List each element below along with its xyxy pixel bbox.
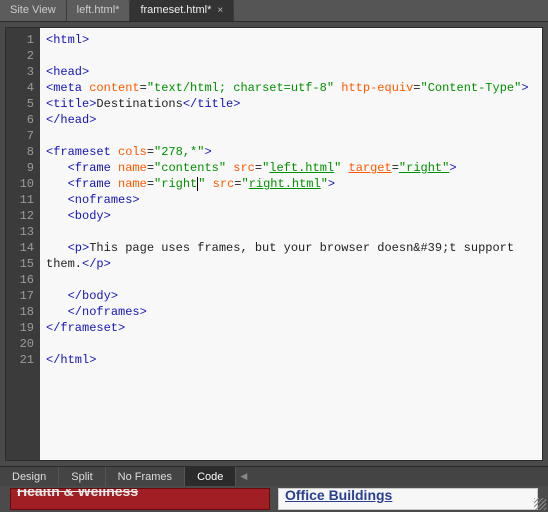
code-str: "278,*" xyxy=(154,145,204,159)
line-number: 12 xyxy=(6,208,34,224)
code-link[interactable]: left.html xyxy=(269,161,334,175)
code-attr: name xyxy=(118,161,147,175)
code-tag: </body> xyxy=(68,289,118,303)
code-text: them. xyxy=(46,257,82,271)
code-tag: <body> xyxy=(68,209,111,223)
code-tag: </frameset> xyxy=(46,321,125,335)
line-number: 1 xyxy=(6,32,34,48)
code-str: " xyxy=(321,177,328,191)
code-attr: src xyxy=(233,161,255,175)
view-label: Design xyxy=(12,471,46,483)
code-str: " xyxy=(241,177,248,191)
code-tag: > xyxy=(328,177,335,191)
resize-grip-icon[interactable] xyxy=(534,498,546,510)
code-tag: </noframes> xyxy=(68,305,147,319)
code-attr: target xyxy=(349,161,392,175)
code-tag: </html> xyxy=(46,353,96,367)
code-str: "right xyxy=(154,177,197,191)
line-number: 4 xyxy=(6,80,34,96)
code-tag: </p> xyxy=(82,257,111,271)
tab-bar: Site View left.html* frameset.html* × xyxy=(0,0,548,22)
code-tag: <head> xyxy=(46,65,89,79)
line-number: 19 xyxy=(6,320,34,336)
code-str: " xyxy=(334,161,341,175)
view-mode-bar: Design Split No Frames Code ◀ xyxy=(0,466,548,486)
code-attr: http-equiv xyxy=(341,81,413,95)
line-number: 6 xyxy=(6,112,34,128)
chevron-left-icon[interactable]: ◀ xyxy=(240,471,247,482)
view-noframes[interactable]: No Frames xyxy=(106,467,185,486)
code-tag: > xyxy=(449,161,456,175)
line-number: 20 xyxy=(6,336,34,352)
line-number: 15 xyxy=(6,256,34,272)
code-str: "right" xyxy=(399,161,449,175)
line-number: 10 xyxy=(6,176,34,192)
code-tag: <frame xyxy=(68,161,111,175)
line-number: 14 xyxy=(6,240,34,256)
code-editor[interactable]: 123456789101112131415161718192021 <html>… xyxy=(5,27,543,461)
code-tag: <frameset xyxy=(46,145,111,159)
view-code[interactable]: Code xyxy=(185,467,236,486)
tab-label: frameset.html* xyxy=(140,4,211,16)
view-label: Code xyxy=(197,471,223,483)
code-attr: cols xyxy=(118,145,147,159)
line-number: 18 xyxy=(6,304,34,320)
tab-left-html[interactable]: left.html* xyxy=(67,0,131,21)
code-tag: </title> xyxy=(183,97,241,111)
code-text: Destinations xyxy=(96,97,182,111)
line-number: 9 xyxy=(6,160,34,176)
line-number: 17 xyxy=(6,288,34,304)
code-tag: <html> xyxy=(46,33,89,47)
preview-left-frame: Health & Wellness xyxy=(10,488,270,510)
line-number: 8 xyxy=(6,144,34,160)
code-tag: <title> xyxy=(46,97,96,111)
line-number: 5 xyxy=(6,96,34,112)
preview-right-frame: Office Buildings xyxy=(278,488,538,510)
view-label: Split xyxy=(71,471,92,483)
line-number: 2 xyxy=(6,48,34,64)
code-str: "contents" xyxy=(154,161,226,175)
code-tag: <noframes> xyxy=(68,193,140,207)
code-str: "Content-Type" xyxy=(421,81,522,95)
editor-shell: 123456789101112131415161718192021 <html>… xyxy=(0,22,548,466)
tab-label: Site View xyxy=(10,4,56,16)
code-tag: > xyxy=(521,81,528,95)
scroll-hint: ◀ xyxy=(236,471,548,482)
line-number: 16 xyxy=(6,272,34,288)
close-icon[interactable]: × xyxy=(217,5,223,16)
line-number: 3 xyxy=(6,64,34,80)
view-design[interactable]: Design xyxy=(0,467,59,486)
code-tag: > xyxy=(204,145,211,159)
code-attr: src xyxy=(213,177,235,191)
code-area[interactable]: <html> <head> <meta content="text/html; … xyxy=(40,28,542,460)
line-number: 7 xyxy=(6,128,34,144)
view-label: No Frames xyxy=(118,471,172,483)
code-attr: content xyxy=(89,81,139,95)
code-str: " xyxy=(198,177,205,191)
code-link[interactable]: right.html xyxy=(249,177,321,191)
tab-frameset-html[interactable]: frameset.html* × xyxy=(130,0,234,21)
view-split[interactable]: Split xyxy=(59,467,105,486)
preview-right-text: Office Buildings xyxy=(285,488,392,503)
line-number: 13 xyxy=(6,224,34,240)
code-str: "text/html; charset=utf-8" xyxy=(147,81,334,95)
tab-label: left.html* xyxy=(77,4,120,16)
code-tag: </head> xyxy=(46,113,96,127)
line-gutter: 123456789101112131415161718192021 xyxy=(6,28,40,460)
code-text: This page uses frames, but your browser … xyxy=(89,241,514,255)
tab-site-view[interactable]: Site View xyxy=(0,0,67,21)
preview-left-text: Health & Wellness xyxy=(17,488,138,499)
code-tag: <frame xyxy=(68,177,111,191)
code-tag: <p> xyxy=(68,241,90,255)
code-attr: name xyxy=(118,177,147,191)
line-number: 21 xyxy=(6,352,34,368)
code-tag: <meta xyxy=(46,81,82,95)
preview-strip: Health & Wellness Office Buildings xyxy=(0,486,548,512)
line-number: 11 xyxy=(6,192,34,208)
